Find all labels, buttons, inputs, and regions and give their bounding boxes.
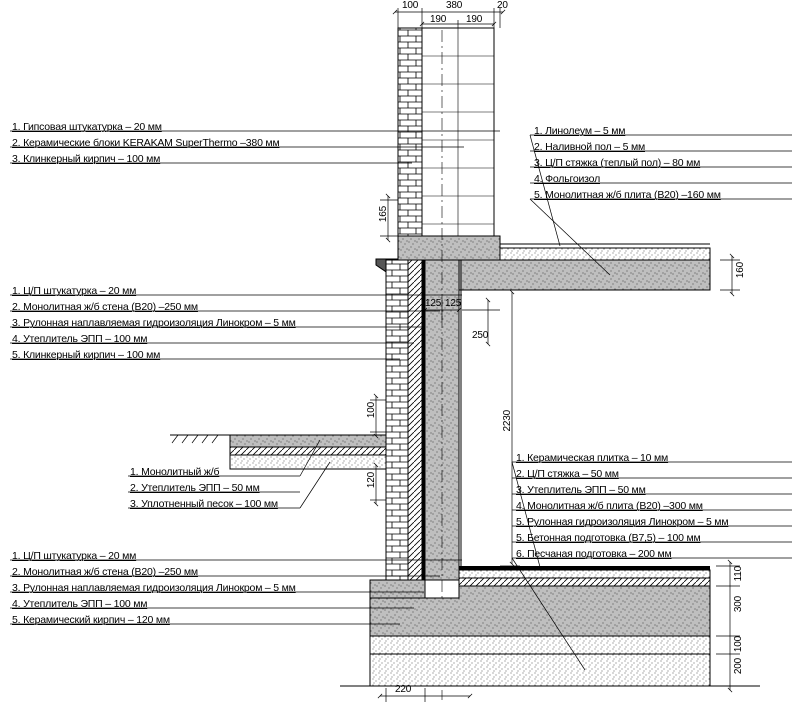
gb-3: 3. Ц/П стяжка (теплый пол) – 80 мм (534, 156, 700, 172)
gb-2: 2. Наливной пол – 5 мм (534, 140, 645, 156)
dim-190b: 190 (466, 14, 482, 25)
dim-190a: 190 (430, 14, 446, 25)
gb-5: 5. Монолитная ж/б плита (В20) –160 мм (534, 188, 721, 204)
gc-4: 4. Утеплитель ЭПП – 100 мм (12, 332, 147, 348)
ga-1: 1. Гипсовая штукатурка – 20 мм (12, 120, 162, 136)
gd-2: 2. Утеплитель ЭПП – 50 мм (130, 481, 260, 497)
gf-2: 2. Монолитная ж/б стена (В20) –250 мм (12, 565, 198, 581)
ge-5: 5. Рулонная гидроизоляция Линокром – 5 м… (516, 515, 728, 531)
dim-100: 100 (402, 0, 418, 11)
gf-5: 5. Керамический кирпич – 120 мм (12, 613, 170, 629)
ge-2: 2. Ц/П стяжка – 50 мм (516, 467, 619, 483)
dim-165: 165 (378, 206, 389, 222)
dim-160: 160 (735, 262, 746, 278)
gf-3: 3. Рулонная наплавляемая гидроизоляция Л… (12, 581, 296, 597)
dim-380: 380 (446, 0, 462, 11)
dim-r100b: 100 (733, 636, 744, 652)
ge-3: 3. Утеплитель ЭПП – 50 мм (516, 483, 646, 499)
dim-b220: 220 (395, 684, 411, 695)
gc-1: 1. Ц/П штукатурка – 20 мм (12, 284, 136, 300)
dim-r300: 300 (733, 596, 744, 612)
ge-4: 4. Монолитная ж/б плита (В20) –300 мм (516, 499, 703, 515)
gf-1: 1. Ц/П штукатурка – 20 мм (12, 549, 136, 565)
dim-20: 20 (497, 0, 508, 11)
dim-250: 250 (472, 330, 488, 341)
dim-l120: 120 (366, 472, 377, 488)
gd-3: 3. Уплотненный песок – 100 мм (130, 497, 278, 513)
dim-125a: 125 (425, 298, 441, 309)
gb-1: 1. Линолеум – 5 мм (534, 124, 625, 140)
gd-1: 1. Монолитный ж/б (130, 465, 219, 481)
dim-r200: 200 (733, 658, 744, 674)
gb-4: 4. Фольгоизол (534, 172, 600, 188)
gc-2: 2. Монолитная ж/б стена (В20) –250 мм (12, 300, 198, 316)
dim-125b: 125 (445, 298, 461, 309)
gf-4: 4. Утеплитель ЭПП – 100 мм (12, 597, 147, 613)
ge-1: 1. Керамическая плитка – 10 мм (516, 451, 668, 467)
gc-3: 3. Рулонная наплавляемая гидроизоляция Л… (12, 316, 296, 332)
ga-2: 2. Керамические блоки KERAKAM SuperTherm… (12, 136, 279, 152)
dim-l100: 100 (366, 402, 377, 418)
gc-5: 5. Клинкерный кирпич – 100 мм (12, 348, 160, 364)
ge-7: 6. Песчаная подготовка – 200 мм (516, 547, 672, 563)
dim-2230: 2230 (502, 410, 513, 431)
dim-r110: 110 (733, 566, 744, 581)
ge-6: 5. Бетонная подготовка (В7,5) – 100 мм (516, 531, 701, 547)
ga-3: 3. Клинкерный кирпич – 100 мм (12, 152, 160, 168)
